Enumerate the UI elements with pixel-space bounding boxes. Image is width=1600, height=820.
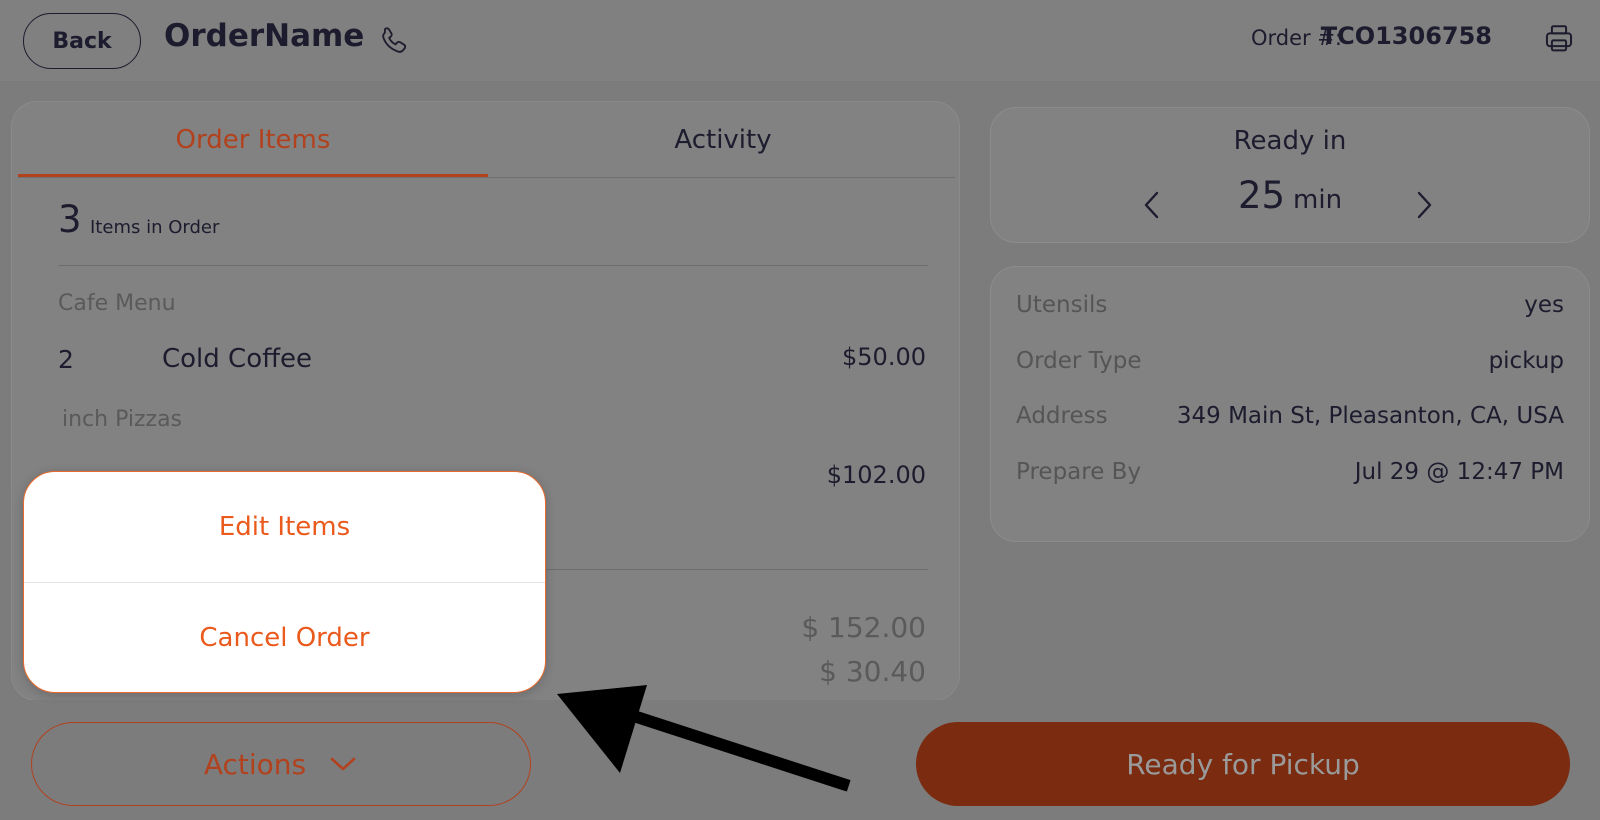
edit-items-option[interactable]: Edit Items bbox=[24, 472, 545, 582]
subtotal-value: $ 152.00 bbox=[801, 611, 926, 644]
detail-label: Order Type bbox=[1016, 348, 1142, 374]
detail-row-address: Address 349 Main St, Pleasanton, CA, USA bbox=[1016, 403, 1564, 439]
ready-minutes: 25 bbox=[1237, 174, 1286, 217]
item-price: $102.00 bbox=[826, 461, 926, 489]
items-count-label: Items in Order bbox=[90, 217, 220, 238]
back-button[interactable]: Back bbox=[23, 13, 141, 69]
detail-value: Jul 29 @ 12:47 PM bbox=[1354, 459, 1564, 485]
detail-label: Prepare By bbox=[1016, 459, 1142, 485]
printer-icon[interactable] bbox=[1542, 22, 1576, 56]
chevron-right-icon[interactable] bbox=[1411, 188, 1437, 222]
ready-for-pickup-button[interactable]: Ready for Pickup bbox=[916, 722, 1570, 806]
app-header: Back OrderName Order #: TCO1306758 bbox=[0, 0, 1600, 82]
category-label: inch Pizzas bbox=[62, 407, 183, 432]
chevron-down-icon bbox=[330, 757, 356, 771]
item-name[interactable]: Cold Coffee bbox=[162, 344, 312, 374]
actions-label: Actions bbox=[203, 747, 307, 781]
actions-button[interactable]: Actions bbox=[31, 722, 531, 806]
actions-popup-menu: Edit Items Cancel Order bbox=[23, 471, 546, 693]
annotation-arrow-icon bbox=[557, 685, 851, 792]
ready-title: Ready in bbox=[1233, 126, 1347, 156]
cancel-order-option[interactable]: Cancel Order bbox=[24, 583, 545, 692]
ready-unit: min bbox=[1293, 185, 1343, 215]
detail-row-order-type: Order Type pickup bbox=[1016, 348, 1564, 384]
detail-row-utensils: Utensils yes bbox=[1016, 292, 1564, 328]
tab-order-items[interactable]: Order Items bbox=[18, 102, 488, 178]
detail-value: yes bbox=[1524, 292, 1564, 318]
item-quantity: 2 bbox=[58, 345, 74, 374]
phone-icon[interactable] bbox=[378, 24, 412, 58]
ready-time-value: 25 min bbox=[991, 174, 1589, 217]
detail-value: 349 Main St, Pleasanton, CA, USA bbox=[1176, 403, 1564, 429]
detail-label: Address bbox=[1016, 403, 1108, 429]
detail-label: Utensils bbox=[1016, 292, 1108, 318]
order-number-value: TCO1306758 bbox=[1320, 22, 1492, 50]
ready-time-panel: Ready in 25 min bbox=[990, 107, 1590, 243]
divider bbox=[58, 265, 928, 266]
item-price: $50.00 bbox=[842, 343, 926, 371]
order-name-title: OrderName bbox=[164, 18, 365, 54]
category-label: Cafe Menu bbox=[58, 291, 176, 316]
tab-activity[interactable]: Activity bbox=[488, 102, 958, 178]
items-count: 3 bbox=[58, 198, 82, 241]
detail-row-prepare-by: Prepare By Jul 29 @ 12:47 PM bbox=[1016, 459, 1564, 495]
order-details-panel: Utensils yes Order Type pickup Address 3… bbox=[990, 266, 1590, 542]
tab-divider bbox=[18, 177, 955, 178]
detail-value: pickup bbox=[1488, 348, 1564, 374]
